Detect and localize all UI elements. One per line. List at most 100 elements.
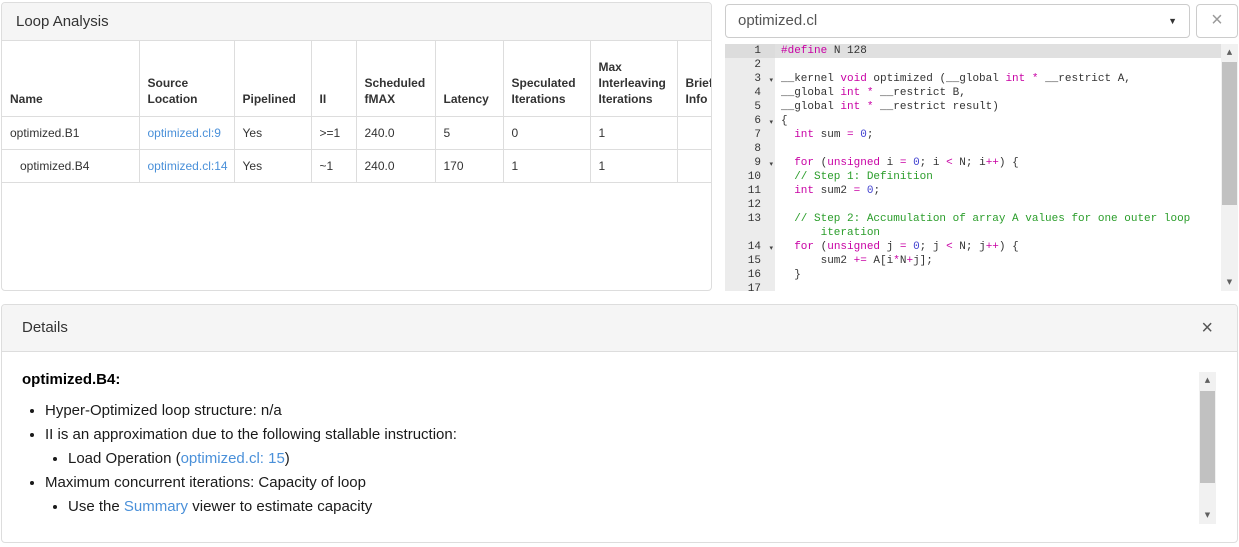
table-row[interactable]: optimized.B1optimized.cl:9Yes>=1240.0501 [2,116,711,149]
details-list-item: Load Operation (optimized.cl: 15) [68,451,1177,466]
code-line: 8 [725,142,1221,156]
code-token: iteration [821,227,880,239]
table-cell-brief_info [677,149,711,182]
code-line-text: { [775,114,1221,128]
line-number-gutter: 4 [725,86,775,100]
code-line-text [775,198,1221,212]
code-lines: 1#define N 12823▾__kernel void optimized… [725,44,1221,291]
code-line-text: __kernel void optimized (__global int * … [775,72,1221,86]
code-line-text: // Step 2: Accumulation of array A value… [775,212,1221,226]
code-close-button[interactable]: × [1196,4,1238,38]
table-cell-name: optimized.B4 [2,149,139,182]
details-text: Load Operation ( [68,450,181,467]
source-location-link[interactable]: optimized.cl:9 [148,126,221,140]
column-header: II [311,41,356,116]
details-close-icon[interactable]: × [1201,318,1213,338]
code-scrollbar[interactable]: ▲ ▼ [1221,44,1238,291]
code-token [1025,73,1032,85]
code-token: int [840,101,860,113]
code-token: ( [814,241,827,253]
line-number-gutter: 9▾ [725,156,775,170]
line-number-gutter: 10 [725,170,775,184]
code-fold-icon[interactable]: ▾ [769,115,773,129]
details-scrollbar[interactable]: ▲ ▼ [1199,372,1216,524]
table-cell-ii: ~1 [311,149,356,182]
details-sublist: Load Operation (optimized.cl: 15) [68,451,1177,466]
table-cell-latency: 170 [435,149,503,182]
code-token: unsigned [827,157,880,169]
line-number-gutter: 8 [725,142,775,156]
code-line: 13 // Step 2: Accumulation of array A va… [725,212,1221,226]
file-select-value: optimized.cl [738,12,817,29]
code-line: 12 [725,198,1221,212]
details-text: II is an approximation due to the follow… [45,426,457,443]
code-fold-icon[interactable]: ▾ [769,73,773,87]
code-token: { [781,115,788,127]
code-line: 17 [725,282,1221,291]
line-number-gutter: 2 [725,58,775,72]
code-token: ) { [999,157,1019,169]
table-cell-speculated_iterations: 1 [503,149,590,182]
code-line-text: // Step 1: Definition [775,170,1221,184]
table-row[interactable]: optimized.B4 optimized.cl:14 Yes~1240.0170… [2,149,711,182]
details-link[interactable]: Summary [124,498,188,515]
code-scrollbar-thumb[interactable] [1222,62,1237,205]
file-select[interactable]: optimized.cl ▼ [725,4,1190,38]
details-text: ) [285,450,290,467]
scroll-up-icon[interactable]: ▲ [1199,372,1216,389]
code-line: 6▾{ [725,114,1221,128]
code-token: sum2 [781,255,854,267]
code-token: j [880,241,900,253]
table-cell-latency: 5 [435,116,503,149]
code-token: sum [814,129,847,141]
code-token: __kernel [781,73,840,85]
code-line: 10 // Step 1: Definition [725,170,1221,184]
code-token: __global [781,101,840,113]
line-number-gutter: 5 [725,100,775,114]
column-header: Pipelined [234,41,311,116]
code-line: 4__global int * __restrict B, [725,86,1221,100]
line-number-gutter: 7 [725,128,775,142]
code-line-text: for (unsigned i = 0; i < N; i++) { [775,156,1221,170]
code-line-text [775,142,1221,156]
table-cell-scheduled_fmax: 240.0 [356,149,435,182]
code-line-text: #define N 128 [775,44,1221,58]
details-link[interactable]: optimized.cl: 15 [181,450,285,467]
code-token: ; j [920,241,946,253]
code-token: for [794,157,814,169]
code-token: optimized (__global [867,73,1006,85]
code-token: sum2 [814,185,854,197]
scroll-up-icon[interactable]: ▲ [1221,44,1238,61]
details-scrollbar-thumb[interactable] [1200,391,1215,483]
column-header: Name [2,41,139,116]
line-number-gutter: 17 [725,282,775,291]
details-list-item: Hyper-Optimized loop structure: n/a [45,403,1177,418]
details-body: optimized.B4: Hyper-Optimized loop struc… [2,352,1237,514]
code-line: 9▾ for (unsigned i = 0; i < N; i++) { [725,156,1221,170]
scroll-down-icon[interactable]: ▼ [1221,274,1238,291]
code-line: 11 int sum2 = 0; [725,184,1221,198]
top-section: Loop Analysis NameSource LocationPipelin… [1,2,1238,291]
code-token: < [946,157,953,169]
details-list-item: II is an approximation due to the follow… [45,427,1177,466]
code-token: ++ [986,241,999,253]
code-line: iteration [725,226,1221,240]
code-token [781,171,794,183]
column-header: Source Location [139,41,234,116]
code-token [860,185,867,197]
code-token: int [840,87,860,99]
source-location-link[interactable]: optimized.cl:14 [148,159,228,173]
code-line-text: int sum = 0; [775,128,1221,142]
line-number-gutter: 14▾ [725,240,775,254]
code-token [781,157,794,169]
file-select-row: optimized.cl ▼ × [725,4,1238,38]
code-line-text: int sum2 = 0; [775,184,1221,198]
scroll-down-icon[interactable]: ▼ [1199,507,1216,524]
line-number-gutter: 16 [725,268,775,282]
table-cell-pipelined: Yes [234,149,311,182]
code-line: 3▾__kernel void optimized (__global int … [725,72,1221,86]
code-token: += [854,255,867,267]
line-number-gutter: 11 [725,184,775,198]
code-fold-icon[interactable]: ▾ [769,241,773,255]
code-fold-icon[interactable]: ▾ [769,157,773,171]
